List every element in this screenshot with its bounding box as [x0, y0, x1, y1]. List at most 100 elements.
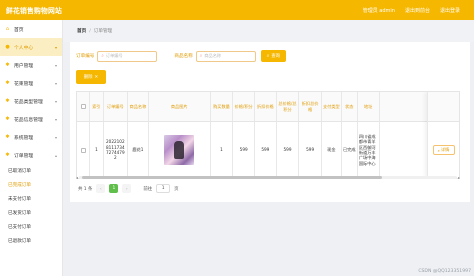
- app-title: 鲜花销售购物网站: [6, 7, 62, 15]
- product-name-placeholder: 商品名称: [204, 53, 222, 58]
- sidebar-item-orders[interactable]: ✱ 订单管理 ▴: [0, 146, 62, 164]
- breadcrumb: 首页 / 订单管理: [63, 20, 474, 42]
- row-checkbox[interactable]: [80, 147, 86, 153]
- header-pay-type: 支付类型: [322, 92, 342, 121]
- chevron-down-icon: ▾: [54, 80, 57, 86]
- operation-cell: ⌕ 详情: [428, 122, 459, 178]
- scroll-left-icon[interactable]: ◂: [76, 175, 78, 180]
- chevron-down-icon: ▾: [54, 62, 57, 68]
- table-row: 1 2022102811173472744792 鹿花1 1 599 599 5…: [77, 122, 459, 178]
- sidebar-item-label: 用户管理: [14, 63, 34, 69]
- welcome-user: 管理员 admin: [362, 7, 395, 14]
- home-icon: ⌂: [5, 25, 10, 32]
- cell-pay-type: 现金: [322, 122, 342, 178]
- sidebar-item-label: 首页: [14, 27, 24, 33]
- front-link[interactable]: 退出到前台: [405, 7, 430, 14]
- cell-total: 599: [277, 122, 300, 178]
- sidebar-item-label: 个人中心: [14, 45, 34, 51]
- search-icon: ⌕: [199, 54, 203, 59]
- address-text: 四川省成都市青羊区西御河街道万丰广场中海国际中心: [358, 133, 376, 166]
- product-name-input[interactable]: ⌕ 商品名称: [195, 50, 256, 62]
- total-count: 共 1 条: [78, 186, 93, 192]
- sidebar-item-label: 花束管理: [14, 81, 34, 87]
- trash-icon: ✕: [94, 74, 99, 80]
- cell-order-no: 2022102811173472744792: [104, 122, 129, 178]
- header-price: 价格/积分: [233, 92, 255, 121]
- search-button-label: 查询: [271, 54, 281, 59]
- delete-button[interactable]: 删除 ✕: [76, 70, 106, 84]
- select-all-checkbox[interactable]: [80, 104, 86, 109]
- cell-quantity: 1: [211, 122, 234, 178]
- sidebar-item-label: 花品类型管理: [14, 99, 43, 105]
- sidebar-item-profile[interactable]: ● 个人中心 ▾: [0, 38, 62, 56]
- scroll-right-icon[interactable]: ▸: [458, 175, 460, 180]
- sidebar-item-label: 花品信息管理: [14, 117, 43, 123]
- header-order-no: 订单编号: [104, 92, 129, 121]
- gear-icon: ✱: [5, 79, 10, 86]
- prev-page-icon[interactable]: ‹: [96, 184, 106, 193]
- order-no-text: 2022102811173472744792: [105, 139, 125, 161]
- sidebar: ⌂ 首页 ● 个人中心 ▾ ✱ 用户管理 ▾ ✱ 花束管理 ▾ ✱ 花品类型管理…: [0, 20, 63, 276]
- order-no-placeholder: 订单编号: [105, 53, 123, 58]
- cell-index: 1: [90, 122, 104, 178]
- search-icon: ⌕: [266, 54, 270, 59]
- breadcrumb-separator: /: [89, 28, 91, 34]
- scrollbar-thumb[interactable]: [82, 176, 382, 179]
- header-product-name: 商品名称: [128, 92, 149, 121]
- page-suffix: 页: [174, 186, 179, 192]
- order-no-label: 订单编号: [76, 54, 95, 59]
- detail-button-label: 详情: [440, 147, 450, 152]
- sidebar-item-flower-info[interactable]: ✱ 花品信息管理 ▾: [0, 110, 62, 128]
- search-row: 订单编号 ⌕ 订单编号 商品名称 ⌕ 商品名称 ⌕ 查询: [76, 50, 287, 62]
- operation-header: [428, 92, 459, 122]
- cell-discount-total: 599: [299, 122, 322, 178]
- row-select-cell: [77, 122, 91, 178]
- cell-product-image: [149, 122, 211, 178]
- sidebar-item-bouquets[interactable]: ✱ 花束管理 ▾: [0, 74, 62, 92]
- search-button[interactable]: ⌕ 查询: [260, 50, 287, 62]
- cell-status: 已完成: [342, 122, 358, 178]
- sidebar-item-system[interactable]: ✱ 系统管理 ▾: [0, 128, 62, 146]
- gear-icon: ✱: [5, 151, 10, 158]
- chevron-down-icon: ▾: [54, 116, 57, 122]
- product-photo[interactable]: [164, 135, 195, 165]
- header-index: 索引: [90, 92, 104, 121]
- header-status: 状态: [342, 92, 358, 121]
- sidebar-sub-shipped-orders[interactable]: 已发货订单: [0, 206, 62, 220]
- sidebar-item-users[interactable]: ✱ 用户管理 ▾: [0, 56, 62, 74]
- sidebar-sub-cancelled-orders[interactable]: 已取消订单: [0, 164, 62, 178]
- sidebar-item-flower-types[interactable]: ✱ 花品类型管理 ▾: [0, 92, 62, 110]
- header-total: 总价格/总积分: [277, 92, 300, 121]
- horizontal-scrollbar[interactable]: ◂ ▸: [76, 175, 460, 180]
- sidebar-sub-refunded-orders[interactable]: 已退款订单: [0, 234, 62, 248]
- search-icon: ⌕: [437, 147, 440, 153]
- goto-label: 前往: [143, 186, 153, 192]
- order-no-input[interactable]: ⌕ 订单编号: [97, 50, 158, 62]
- orders-table: 索引 订单编号 商品名称 商品图片 购买数量 价格/积分 折扣价格 总价格/总积…: [76, 91, 460, 179]
- product-name-label: 商品名称: [174, 54, 193, 59]
- breadcrumb-current: 订单管理: [93, 29, 113, 34]
- header-discount-price: 折扣价格: [255, 92, 277, 121]
- breadcrumb-home[interactable]: 首页: [77, 28, 86, 34]
- sidebar-sub-completed-orders[interactable]: 已完成订单: [0, 178, 62, 192]
- detail-button[interactable]: ⌕ 详情: [432, 145, 455, 155]
- sidebar-sub-unpaid-orders[interactable]: 未支付订单: [0, 192, 62, 206]
- next-page-icon[interactable]: ›: [122, 184, 132, 193]
- gear-icon: ✱: [5, 61, 10, 68]
- sidebar-sub-paid-orders[interactable]: 已支付订单: [0, 220, 62, 234]
- cell-product-name: 鹿花1: [128, 122, 149, 178]
- header-address: 地址: [358, 92, 380, 121]
- person-icon: ●: [5, 43, 10, 50]
- gear-icon: ✱: [5, 115, 10, 122]
- goto-page-input[interactable]: 1: [156, 184, 171, 193]
- operation-column: ⌕ 详情: [427, 92, 459, 178]
- chevron-down-icon: ▾: [54, 98, 57, 104]
- sidebar-item-home[interactable]: ⌂ 首页: [0, 20, 62, 38]
- select-all-cell: [77, 92, 91, 121]
- logout-link[interactable]: 退出登录: [440, 7, 460, 14]
- gear-icon: ✱: [5, 97, 10, 104]
- page-current[interactable]: 1: [109, 184, 119, 193]
- top-bar: 鲜花销售购物网站 管理员 admin 退出到前台 退出登录: [0, 0, 474, 20]
- chevron-down-icon: ▾: [54, 44, 57, 50]
- watermark: CSDN @QQ123351997: [418, 269, 471, 274]
